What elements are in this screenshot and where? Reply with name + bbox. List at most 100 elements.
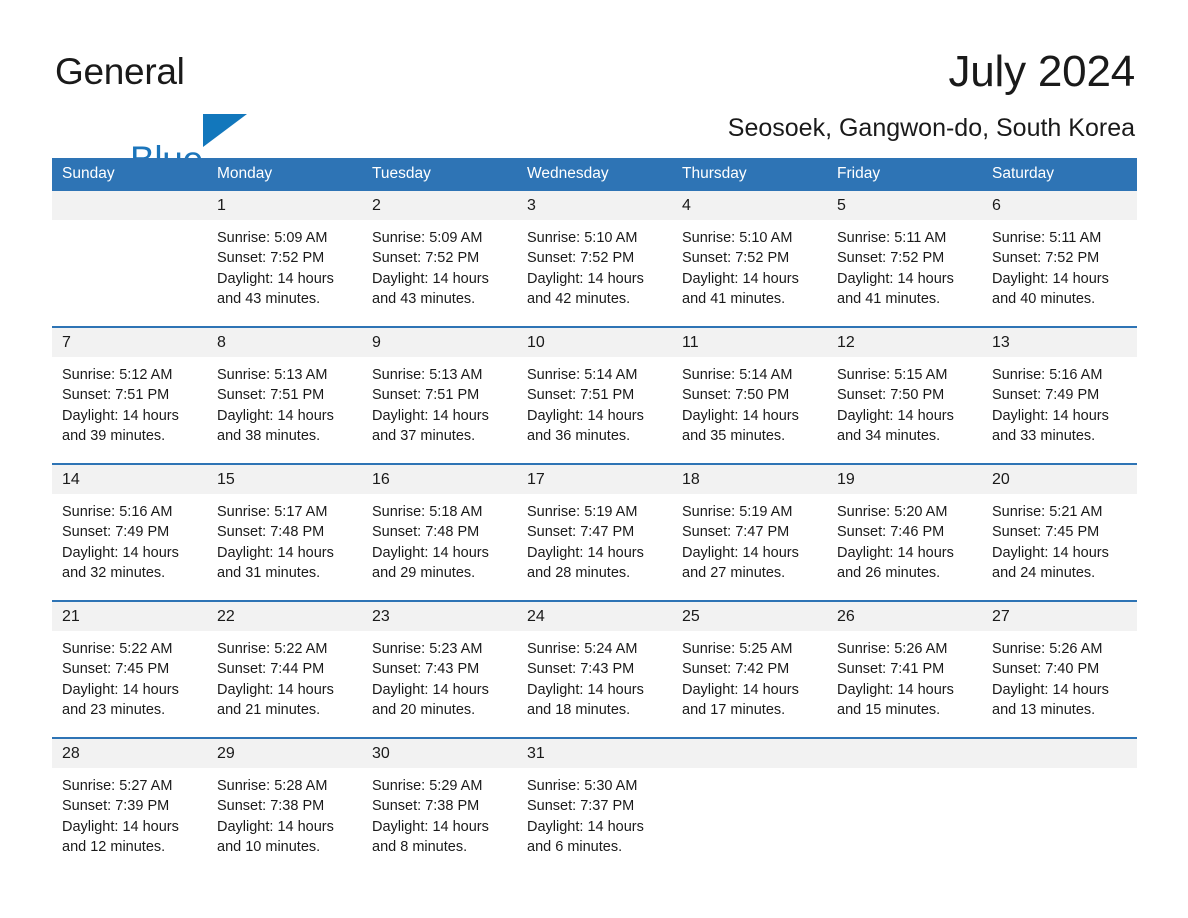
page-title: July 2024 (948, 47, 1135, 96)
day-cell[interactable]: Sunrise: 5:14 AM Sunset: 7:51 PM Dayligh… (517, 357, 672, 463)
day-cell[interactable] (672, 768, 827, 874)
day-number[interactable]: 25 (672, 602, 827, 631)
daylight-text: Daylight: 14 hours (527, 407, 644, 424)
sunrise-text: Sunrise: 5:28 AM (217, 778, 328, 794)
general-blue-logo[interactable]: General Blue (55, 52, 355, 180)
day-number[interactable]: 8 (207, 328, 362, 357)
sunset-text: Sunset: 7:49 PM (62, 524, 170, 541)
day-number[interactable]: 24 (517, 602, 672, 631)
sunset-text: Sunset: 7:52 PM (217, 250, 325, 267)
day-cell[interactable]: Sunrise: 5:10 AM Sunset: 7:52 PM Dayligh… (672, 220, 827, 326)
day-cell[interactable]: Sunrise: 5:23 AM Sunset: 7:43 PM Dayligh… (362, 631, 517, 737)
daylight-text-cont: and 29 minutes. (372, 564, 476, 581)
daylight-text: Daylight: 14 hours (62, 681, 179, 698)
day-cell[interactable]: Sunrise: 5:16 AM Sunset: 7:49 PM Dayligh… (982, 357, 1137, 463)
daylight-text-cont: and 18 minutes. (527, 701, 631, 718)
day-number[interactable]: 18 (672, 465, 827, 494)
day-number[interactable]: 7 (52, 328, 207, 357)
sunset-text: Sunset: 7:52 PM (372, 250, 480, 267)
day-cell[interactable]: Sunrise: 5:13 AM Sunset: 7:51 PM Dayligh… (362, 357, 517, 463)
day-number[interactable]: 12 (827, 328, 982, 357)
day-cell[interactable]: Sunrise: 5:27 AM Sunset: 7:39 PM Dayligh… (52, 768, 207, 874)
day-number[interactable]: 9 (362, 328, 517, 357)
dow-header-wednesday: Wednesday (527, 165, 609, 182)
daylight-text-cont: and 39 minutes. (62, 427, 166, 444)
day-cell[interactable] (982, 768, 1137, 874)
sunrise-text: Sunrise: 5:13 AM (217, 367, 328, 383)
day-number[interactable]: 31 (517, 739, 672, 768)
sunset-text: Sunset: 7:47 PM (682, 524, 790, 541)
day-cell[interactable]: Sunrise: 5:15 AM Sunset: 7:50 PM Dayligh… (827, 357, 982, 463)
day-cell[interactable]: Sunrise: 5:10 AM Sunset: 7:52 PM Dayligh… (517, 220, 672, 326)
day-number[interactable]: 17 (517, 465, 672, 494)
day-cell[interactable]: Sunrise: 5:13 AM Sunset: 7:51 PM Dayligh… (207, 357, 362, 463)
day-cell[interactable]: Sunrise: 5:11 AM Sunset: 7:52 PM Dayligh… (982, 220, 1137, 326)
sunrise-text: Sunrise: 5:22 AM (217, 641, 328, 657)
calendar-page: General Blue July 2024 Seosoek, Gangwon-… (0, 0, 1188, 918)
daylight-text-cont: and 27 minutes. (682, 564, 786, 581)
day-number[interactable]: 20 (982, 465, 1137, 494)
day-cell[interactable]: Sunrise: 5:11 AM Sunset: 7:52 PM Dayligh… (827, 220, 982, 326)
day-number[interactable]: 10 (517, 328, 672, 357)
daylight-text-cont: and 36 minutes. (527, 427, 631, 444)
day-number[interactable] (52, 191, 207, 220)
day-cell[interactable]: Sunrise: 5:19 AM Sunset: 7:47 PM Dayligh… (517, 494, 672, 600)
day-number[interactable]: 29 (207, 739, 362, 768)
daylight-text-cont: and 31 minutes. (217, 564, 321, 581)
calendar-week-row: 21 22 23 24 25 26 27 Sunrise: 5:22 AM Su… (52, 600, 1137, 737)
day-number[interactable]: 14 (52, 465, 207, 494)
day-number[interactable]: 22 (207, 602, 362, 631)
day-number[interactable]: 28 (52, 739, 207, 768)
day-cell[interactable]: Sunrise: 5:25 AM Sunset: 7:42 PM Dayligh… (672, 631, 827, 737)
day-number[interactable]: 11 (672, 328, 827, 357)
sunrise-text: Sunrise: 5:20 AM (837, 504, 948, 520)
daylight-text-cont: and 41 minutes. (682, 290, 786, 307)
day-cell[interactable]: Sunrise: 5:18 AM Sunset: 7:48 PM Dayligh… (362, 494, 517, 600)
dow-header-friday: Friday (837, 165, 881, 182)
week-number-strip: 14 15 16 17 18 19 20 (52, 465, 1137, 494)
day-number[interactable]: 26 (827, 602, 982, 631)
sunrise-text: Sunrise: 5:22 AM (62, 641, 173, 657)
daylight-text: Daylight: 14 hours (837, 681, 954, 698)
day-cell[interactable] (52, 220, 207, 326)
day-number[interactable]: 2 (362, 191, 517, 220)
day-cell[interactable]: Sunrise: 5:28 AM Sunset: 7:38 PM Dayligh… (207, 768, 362, 874)
day-cell[interactable]: Sunrise: 5:19 AM Sunset: 7:47 PM Dayligh… (672, 494, 827, 600)
day-number[interactable] (982, 739, 1137, 768)
day-cell[interactable]: Sunrise: 5:29 AM Sunset: 7:38 PM Dayligh… (362, 768, 517, 874)
day-number[interactable] (827, 739, 982, 768)
daylight-text-cont: and 41 minutes. (837, 290, 941, 307)
day-cell[interactable]: Sunrise: 5:09 AM Sunset: 7:52 PM Dayligh… (362, 220, 517, 326)
day-number[interactable]: 3 (517, 191, 672, 220)
day-cell[interactable]: Sunrise: 5:12 AM Sunset: 7:51 PM Dayligh… (52, 357, 207, 463)
day-number[interactable]: 4 (672, 191, 827, 220)
day-number[interactable]: 30 (362, 739, 517, 768)
day-cell[interactable]: Sunrise: 5:16 AM Sunset: 7:49 PM Dayligh… (52, 494, 207, 600)
day-cell[interactable]: Sunrise: 5:20 AM Sunset: 7:46 PM Dayligh… (827, 494, 982, 600)
day-cell[interactable]: Sunrise: 5:21 AM Sunset: 7:45 PM Dayligh… (982, 494, 1137, 600)
day-of-week-header-row: Sunday Monday Tuesday Wednesday Thursday… (52, 158, 1137, 189)
day-number[interactable]: 5 (827, 191, 982, 220)
day-cell[interactable]: Sunrise: 5:09 AM Sunset: 7:52 PM Dayligh… (207, 220, 362, 326)
day-number[interactable]: 13 (982, 328, 1137, 357)
day-cell[interactable]: Sunrise: 5:22 AM Sunset: 7:45 PM Dayligh… (52, 631, 207, 737)
day-cell[interactable] (827, 768, 982, 874)
day-number[interactable]: 27 (982, 602, 1137, 631)
day-number[interactable]: 19 (827, 465, 982, 494)
day-number[interactable]: 16 (362, 465, 517, 494)
day-number[interactable]: 23 (362, 602, 517, 631)
day-cell[interactable]: Sunrise: 5:26 AM Sunset: 7:41 PM Dayligh… (827, 631, 982, 737)
day-number[interactable]: 21 (52, 602, 207, 631)
day-cell[interactable]: Sunrise: 5:26 AM Sunset: 7:40 PM Dayligh… (982, 631, 1137, 737)
day-cell[interactable]: Sunrise: 5:17 AM Sunset: 7:48 PM Dayligh… (207, 494, 362, 600)
day-number[interactable]: 1 (207, 191, 362, 220)
day-cell[interactable]: Sunrise: 5:24 AM Sunset: 7:43 PM Dayligh… (517, 631, 672, 737)
sunset-text: Sunset: 7:45 PM (62, 661, 170, 678)
day-number[interactable]: 15 (207, 465, 362, 494)
day-number[interactable]: 6 (982, 191, 1137, 220)
day-number[interactable] (672, 739, 827, 768)
sunrise-text: Sunrise: 5:26 AM (837, 641, 948, 657)
day-cell[interactable]: Sunrise: 5:30 AM Sunset: 7:37 PM Dayligh… (517, 768, 672, 874)
day-cell[interactable]: Sunrise: 5:22 AM Sunset: 7:44 PM Dayligh… (207, 631, 362, 737)
day-cell[interactable]: Sunrise: 5:14 AM Sunset: 7:50 PM Dayligh… (672, 357, 827, 463)
